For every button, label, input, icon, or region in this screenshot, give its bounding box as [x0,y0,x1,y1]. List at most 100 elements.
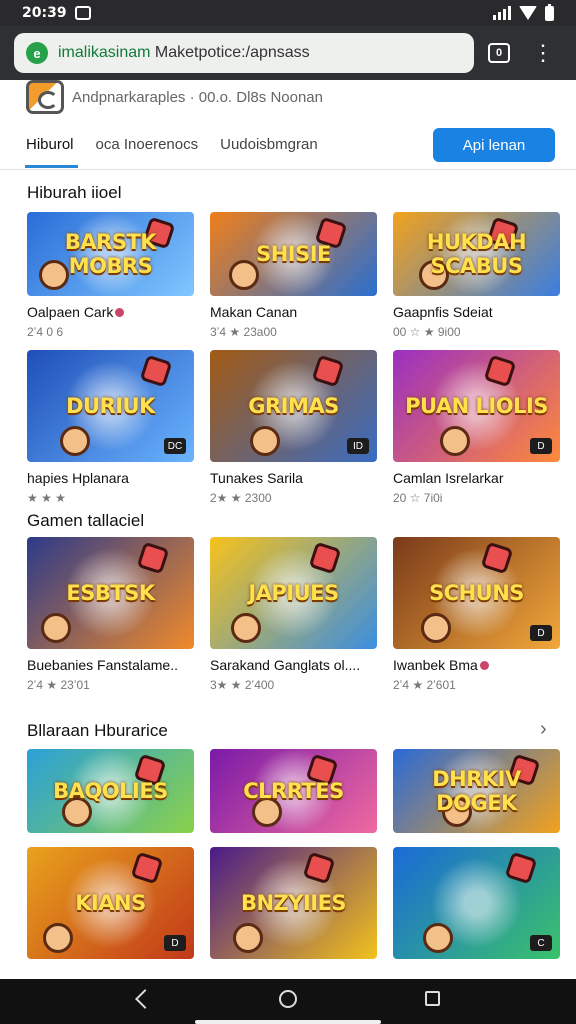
game-card[interactable]: BNZYIIES [210,847,377,959]
game-name[interactable]: hapies Hplanara [27,470,194,486]
url-text[interactable]: imalikasinam Maketpotice:/apnsass [58,44,310,62]
game-card[interactable]: KIANS D [27,847,194,959]
section-title-1: Hiburah iioel [27,183,122,202]
signal-icon [493,6,511,20]
game-thumbnail[interactable]: GRIMAS ID [210,350,377,462]
game-name-text: Tunakes Sarila [210,470,303,486]
game-name[interactable]: Camlan Isrelarkar [393,470,560,486]
apply-button[interactable]: Api lenan [433,128,555,162]
game-thumbnail[interactable]: KIANS D [27,847,194,959]
game-card[interactable]: GRIMAS ID Tunakes Sarila 2★ ★ 2300 [210,350,377,505]
game-rating-meta: 2ʼ4 0 6 [27,325,64,339]
recents-icon[interactable] [425,991,440,1006]
character-figure [250,426,280,456]
tab-0[interactable]: Hiburol [25,136,78,168]
game-card[interactable]: CLRRTES [210,749,377,833]
game-name-text: Buebanies Fanstalame.. [27,657,178,673]
game-thumbnail[interactable]: DURIUK DC [27,350,194,462]
game-thumbnail[interactable]: HUKDAH SCABUS [393,212,560,296]
game-thumbnail[interactable]: BARSTK MOBRS [27,212,194,296]
game-name[interactable]: Buebanies Fanstalame.. [27,657,194,673]
gesture-handle [195,1020,381,1024]
character-figure [421,613,451,643]
game-rating-meta: 2ʼ4 ★ 2ʼ601 [393,678,456,692]
game-card[interactable]: JAPIUES Sarakand Ganglats ol.... 3★ ★ 2ʼ40… [210,537,377,692]
url-bar[interactable]: e imalikasinam Maketpotice:/apnsass [14,33,474,73]
game-rating-meta: 2★ ★ 2300 [210,491,272,505]
game-card[interactable]: SCHUNS D Iwanbek Bma 2ʼ4 ★ 2ʼ601 [393,537,560,692]
tab-switcher-button[interactable]: 0 [488,43,510,63]
game-name[interactable]: Oalpaen Cark [27,304,194,320]
section-title-2: Gamen tallaciel [27,511,145,530]
game-rating-meta: 20 ☆ 7i0i [393,491,443,505]
game-art-title: DHRKIV DOGEK [432,767,521,815]
game-thumbnail[interactable]: JAPIUES [210,537,377,649]
game-art-title: BARSTK MOBRS [64,230,157,278]
status-icons [493,3,554,21]
tab-count: 0 [495,47,503,59]
game-thumbnail[interactable]: CLRRTES [210,749,377,833]
game-card[interactable]: ESBTSK Buebanies Fanstalame.. 2ʼ4 ★ 23ʼ01 [27,537,194,692]
game-name-text: Sarakand Ganglats ol.... [210,657,361,673]
game-card[interactable]: HUKDAH SCABUS Gaapnfis Sdeiat 00 ☆ ★ 9i00 [393,212,560,339]
secure-site-icon[interactable]: e [26,42,48,64]
tab-1[interactable]: oca Inoerenocs [96,136,199,153]
game-card[interactable]: BARSTK MOBRS Oalpaen Cark 2ʼ4 0 6 [27,212,194,339]
home-icon[interactable] [279,990,297,1008]
game-card[interactable]: BAQOLIES [27,749,194,833]
game-art-title: BAQOLIES [53,779,168,803]
game-art-title: CLRRTES [243,779,344,803]
game-name-text: hapies Hplanara [27,470,129,486]
game-art-title: SHISIE [256,242,331,266]
character-figure [43,923,73,953]
browser-menu-icon[interactable]: ⋮ [532,42,554,64]
character-figure [233,923,263,953]
game-thumbnail[interactable]: BNZYIIES [210,847,377,959]
game-thumbnail[interactable]: SHISIE [210,212,377,296]
game-thumbnail[interactable]: PUAN LIOLIS D [393,350,560,462]
game-card[interactable]: SHISIE Makan Canan 3ʼ4 ★ 23a00 [210,212,377,339]
game-name[interactable]: Iwanbek Bma [393,657,560,673]
character-figure [440,426,470,456]
thumbnail-badge: D [164,935,186,951]
game-name[interactable]: Makan Canan [210,304,377,320]
game-name[interactable]: Tunakes Sarila [210,470,377,486]
section-3-chevron-right-icon[interactable]: › [540,718,547,741]
game-card[interactable]: DURIUK DC hapies Hplanara ★ ★ ★ [27,350,194,505]
game-card[interactable]: DHRKIV DOGEK [393,749,560,833]
game-thumbnail[interactable]: BAQOLIES [27,749,194,833]
game-name[interactable]: Gaapnfis Sdeiat [393,304,560,320]
game-name-text: Makan Canan [210,304,298,320]
game-art-title: ESBTSK [66,581,155,605]
game-thumbnail[interactable]: C [393,847,560,959]
game-thumbnail[interactable]: ESBTSK [27,537,194,649]
game-card[interactable]: PUAN LIOLIS D Camlan Isrelarkar 20 ☆ 7i0i [393,350,560,505]
game-name[interactable]: Sarakand Ganglats ol.... [210,657,377,673]
game-card[interactable]: C [393,847,560,959]
game-art-title: JAPIUES [248,581,339,605]
status-time: 20:39 [22,5,67,21]
game-art-title: SCHUNS [429,581,524,605]
url-path: Maketpotice:/apnsass [150,44,310,61]
site-tabs: Hiburol oca Inoerenocs Uudoisbmgran [25,136,318,168]
site-logo[interactable] [26,80,64,114]
game-art-title: GRIMAS [248,394,339,418]
thumbnail-badge: DC [164,438,186,454]
tab-2[interactable]: Uudoisbmgran [220,136,318,153]
status-dot-icon [479,661,489,670]
system-nav-bar [0,979,576,1024]
site-header: Andpnarkaraples · 00.o. Dl8s Noonan Hibu… [0,80,576,170]
game-art-title: BNZYIIES [240,891,347,915]
game-name-text: Camlan Isrelarkar [393,470,504,486]
battery-icon [545,3,554,21]
back-icon[interactable] [135,989,155,1009]
site-title: Andpnarkaraples · 00.o. Dl8s Noonan [72,89,323,106]
game-thumbnail[interactable]: DHRKIV DOGEK [393,749,560,833]
game-thumbnail[interactable]: SCHUNS D [393,537,560,649]
game-name-text: Gaapnfis Sdeiat [393,304,493,320]
game-rating-meta: 3★ ★ 2ʼ400 [210,678,275,692]
game-name-text: Oalpaen Cark [27,304,114,320]
game-name-text: Iwanbek Bma [393,657,478,673]
thumbnail-badge: C [530,935,552,951]
thumbnail-badge: D [530,438,552,454]
